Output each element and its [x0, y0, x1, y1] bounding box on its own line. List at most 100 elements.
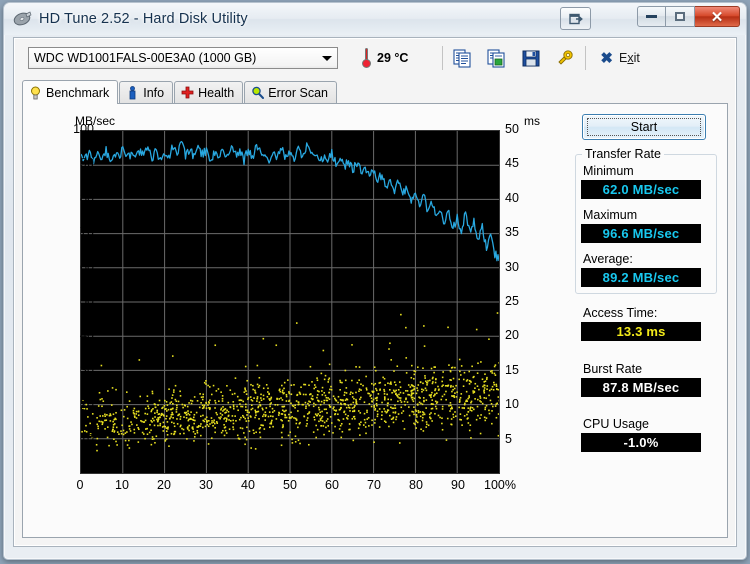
results-panel: Start Transfer Rate Minimum 62.0 MB/sec … [571, 110, 721, 531]
temperature-indicator: 29 °C [362, 48, 408, 68]
burst-rate-value: 87.8 MB/sec [581, 378, 701, 397]
tab-benchmark-label: Benchmark [46, 85, 110, 100]
transfer-rate-legend: Transfer Rate [582, 147, 664, 161]
y-axis-left-tick: 70 [80, 225, 94, 240]
tab-error-scan[interactable]: Error Scan [244, 81, 337, 103]
close-icon: ✕ [710, 8, 724, 26]
cpu-usage-value: -1.0% [581, 433, 701, 452]
window-controls: ✕ [560, 6, 740, 30]
y-axis-left-tick: 40 [80, 328, 94, 343]
plot-area [80, 130, 500, 474]
minimum-label: Minimum [583, 164, 634, 178]
y-axis-left-tick: 80 [80, 190, 94, 205]
health-cross-icon [181, 86, 194, 100]
y-axis-left-tick: 20 [80, 397, 94, 412]
tab-info[interactable]: Info [119, 81, 174, 103]
access-time: Access Time: 13.3 ms [581, 306, 701, 341]
average-value: 89.2 MB/sec [581, 268, 701, 287]
benchmark-chart: MB/sec ms 100 90 80 70 60 50 40 30 20 10 50 45 40 35 3… [31, 112, 576, 502]
start-button-label: Start [587, 118, 701, 136]
average-transfer-rate: Average: 89.2 MB/sec [581, 252, 701, 287]
x-axis-tick: 70 [367, 478, 381, 492]
access-time-label: Access Time: [583, 306, 658, 320]
tab-error-scan-label: Error Scan [268, 85, 328, 100]
y-axis-right-tick: 35 [505, 225, 519, 240]
tab-health-label: Health [198, 85, 235, 100]
y-axis-right-tick: 25 [505, 294, 519, 308]
title-bar: HD Tune 2.52 - Hard Disk Utility ✕ [4, 3, 746, 35]
toolbar-separator-2 [585, 46, 587, 70]
burst-rate: Burst Rate 87.8 MB/sec [581, 362, 701, 397]
magnifier-icon [251, 86, 265, 100]
minimize-button[interactable] [637, 6, 666, 27]
benchmark-panel: MB/sec ms 100 90 80 70 60 50 40 30 20 10 50 45 40 35 3… [22, 104, 728, 538]
y-axis-left-tick: 100 [73, 122, 94, 136]
y-axis-right-tick: 45 [505, 156, 519, 171]
copy-image-icon[interactable] [487, 48, 507, 68]
x-axis-tick: 90 [451, 478, 465, 492]
thermometer-icon [362, 48, 371, 68]
application-window: HD Tune 2.52 - Hard Disk Utility ✕ WDC W… [3, 2, 747, 560]
start-button[interactable]: Start [582, 114, 706, 140]
y-axis-right-tick: 20 [505, 328, 519, 343]
plot-svg [81, 131, 499, 473]
access-time-value: 13.3 ms [581, 322, 701, 341]
toolbar-icons [453, 48, 575, 68]
cpu-usage: CPU Usage -1.0% [581, 417, 701, 452]
y-axis-right-tick: 50 [505, 122, 519, 136]
options-icon[interactable] [555, 48, 575, 68]
y-axis-left-tick: 50 [80, 294, 94, 308]
maximum-transfer-rate: Maximum 96.6 MB/sec [581, 208, 701, 243]
info-icon [126, 85, 139, 100]
close-x-icon: ✖ [600, 49, 613, 67]
x-axis-tick: 80 [409, 478, 423, 492]
close-button[interactable]: ✕ [695, 6, 740, 27]
exit-button[interactable]: ✖ Exit [600, 51, 639, 66]
drive-select[interactable]: WDC WD1001FALS-00E3A0 (1000 GB) [28, 47, 338, 69]
x-axis-tick: 30 [199, 478, 213, 492]
minimize-icon [646, 15, 657, 18]
toolbar: WDC WD1001FALS-00E3A0 (1000 GB) 29 °C ✖ … [14, 38, 736, 78]
tab-benchmark[interactable]: Benchmark [22, 80, 119, 104]
y-axis-left-tick: 30 [80, 362, 94, 377]
restore-window-button[interactable] [560, 7, 591, 30]
x-axis-tick: 40 [241, 478, 255, 492]
copy-text-icon[interactable] [453, 48, 473, 68]
maximum-value: 96.6 MB/sec [581, 224, 701, 243]
x-axis-tick: 50 [283, 478, 297, 492]
x-axis-tick: 0 [76, 478, 84, 492]
temperature-value: 29 °C [377, 51, 409, 65]
drive-select-label: WDC WD1001FALS-00E3A0 (1000 GB) [34, 51, 257, 65]
y-axis-right-tick: 15 [505, 362, 519, 377]
y-axis-right-tick: 5 [505, 431, 512, 446]
maximum-label: Maximum [583, 208, 638, 222]
maximize-button[interactable] [666, 6, 695, 27]
chevron-down-icon[interactable] [318, 49, 335, 67]
x-axis-tick: 60 [325, 478, 339, 492]
bulb-icon [29, 86, 42, 100]
y-axis-right-tick: 10 [505, 397, 519, 412]
client-area: WDC WD1001FALS-00E3A0 (1000 GB) 29 °C ✖ … [13, 37, 737, 547]
tab-info-label: Info [143, 85, 165, 100]
maximize-icon [675, 12, 685, 21]
y-axis-right-tick: 30 [505, 259, 519, 274]
x-axis-tick: 20 [157, 478, 171, 492]
y-axis-left-tick: 90 [80, 156, 94, 171]
save-icon[interactable] [521, 48, 541, 68]
tab-strip: Benchmark Info Health Error Scan [22, 80, 728, 104]
y-axis-left-tick: 10 [80, 431, 94, 446]
burst-rate-label: Burst Rate [583, 362, 643, 376]
minimum-value: 62.0 MB/sec [581, 180, 701, 199]
average-label: Average: [583, 252, 633, 266]
x-axis-tick: 10 [115, 478, 129, 492]
x-axis-tick: 100% [484, 478, 516, 492]
hdtune-disk-icon [13, 10, 33, 28]
minimum-transfer-rate: Minimum 62.0 MB/sec [581, 164, 701, 199]
y-axis-left-tick: 60 [80, 259, 94, 274]
exit-label: Exit [618, 51, 640, 65]
window-title: HD Tune 2.52 - Hard Disk Utility [39, 11, 248, 27]
tab-health[interactable]: Health [174, 81, 244, 103]
y-axis-right-tick: 40 [505, 190, 519, 205]
cpu-usage-label: CPU Usage [583, 417, 649, 431]
toolbar-separator-1 [442, 46, 444, 70]
